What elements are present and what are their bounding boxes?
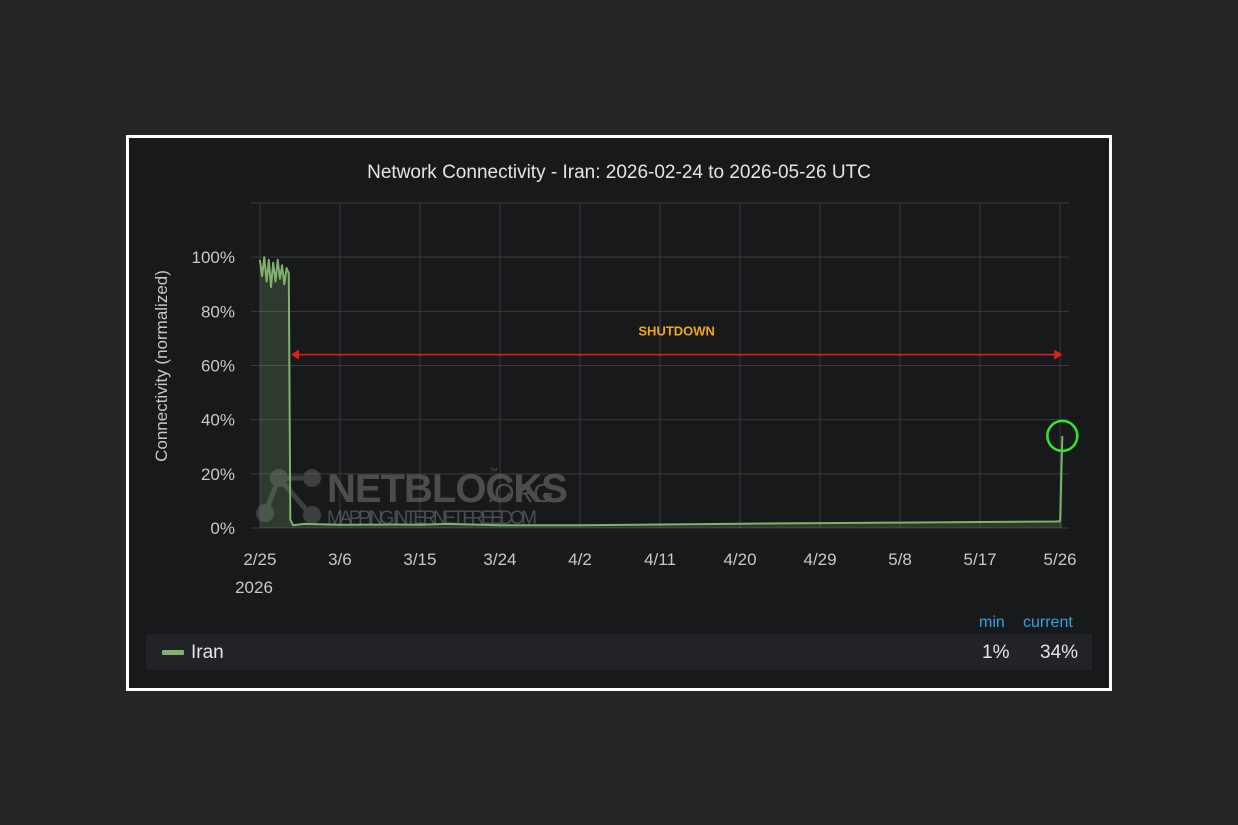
shutdown-annotation: SHUTDOWN <box>291 324 1079 453</box>
y-tick-label: 60% <box>201 357 235 376</box>
chart-panel: Network Connectivity - Iran: 2026-02-24 … <box>126 135 1112 691</box>
legend-series-label[interactable]: Iran <box>191 642 224 664</box>
legend-min-value: 1% <box>982 642 1010 663</box>
watermark-suffix: .ORG <box>487 478 553 508</box>
y-tick-label: 40% <box>201 411 235 430</box>
arrow-head-right-icon <box>1054 349 1063 360</box>
y-tick-label: 20% <box>201 465 235 484</box>
x-tick-label: 4/11 <box>644 550 676 569</box>
x-tick-label: 3/6 <box>328 550 352 569</box>
x-axis-ticks: 2/25 3/6 3/15 3/24 4/2 4/11 4/20 4/29 5/8 5/17 5/2… <box>243 550 1076 569</box>
x-tick-label: 3/24 <box>483 550 516 569</box>
x-tick-label: 4/20 <box>723 550 756 569</box>
x-axis-year-label: 2026 <box>235 578 273 597</box>
shutdown-label: SHUTDOWN <box>638 324 715 339</box>
x-tick-label: 4/29 <box>803 550 836 569</box>
connectivity-chart: 0% 20% 40% 60% 80% 100% 2/25 3/6 3/15 3/24 4/2 4/1… <box>152 202 1079 597</box>
arrow-head-left-icon <box>291 349 300 360</box>
x-tick-label: 5/8 <box>888 550 912 569</box>
x-tick-label: 4/2 <box>568 550 592 569</box>
y-tick-label: 100% <box>192 248 235 267</box>
y-tick-label: 0% <box>210 519 235 538</box>
x-tick-label: 3/15 <box>403 550 436 569</box>
watermark-tm: ™ <box>489 466 498 476</box>
legend-current-header[interactable]: current <box>1023 614 1073 632</box>
legend-row-iran[interactable]: Iran 1% 34% <box>146 634 1092 670</box>
y-tick-label: 80% <box>201 302 235 321</box>
x-tick-label: 5/26 <box>1044 550 1077 569</box>
y-axis-label: Connectivity (normalized) <box>152 270 171 462</box>
x-tick-label: 5/17 <box>964 550 997 569</box>
x-tick-label: 2/25 <box>243 550 276 569</box>
netblocks-watermark: NETBLOCKS .ORG ™ MAPPING INTERNET FREEDO… <box>256 466 568 529</box>
legend-min-header[interactable]: min <box>979 614 1005 632</box>
y-axis-ticks: 0% 20% 40% 60% 80% 100% <box>192 248 235 538</box>
legend-current-value: 34% <box>1040 642 1079 663</box>
legend-swatch <box>162 650 184 655</box>
